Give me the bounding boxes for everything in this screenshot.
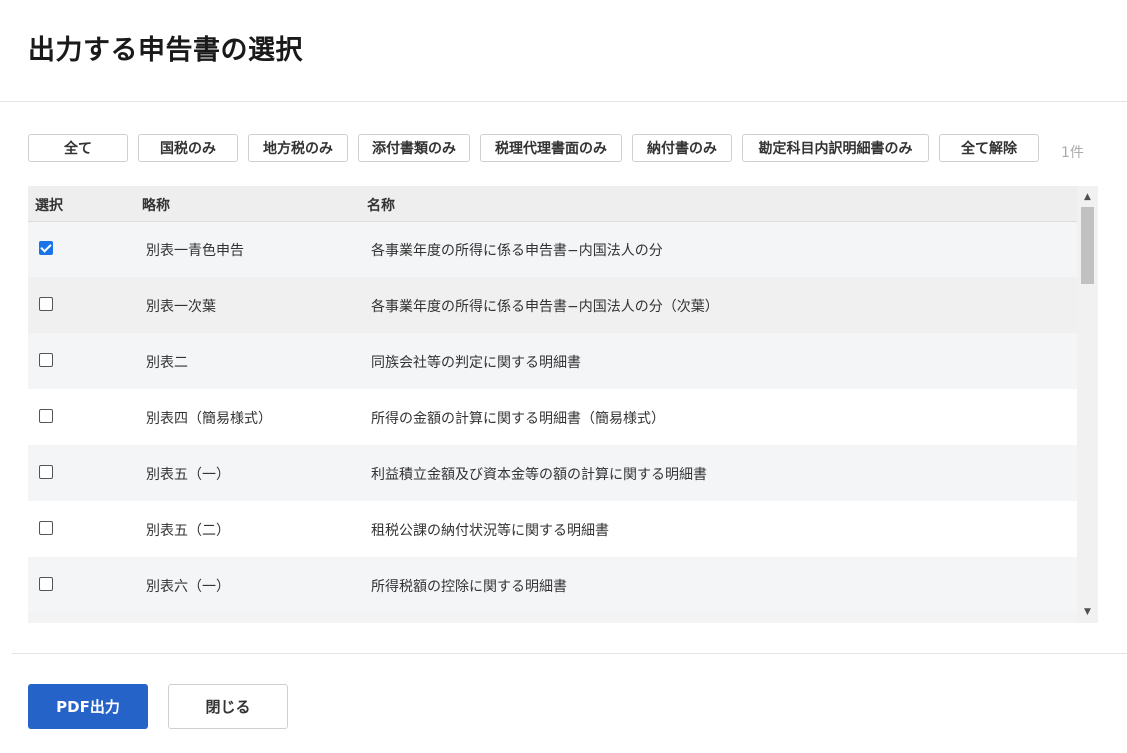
row-name: 同族会社等の判定に関する明細書: [371, 355, 581, 371]
table-row[interactable]: 別表四（簡易様式） 所得の金額の計算に関する明細書（簡易様式）: [28, 389, 1077, 445]
row-name: 各事業年度の所得に係る申告書−内国法人の分: [371, 243, 663, 259]
table-row[interactable]: 別表一青色申告 各事業年度の所得に係る申告書−内国法人の分: [28, 222, 1077, 277]
filter-local-tax-button[interactable]: 地方税のみ: [248, 134, 348, 162]
close-button[interactable]: 閉じる: [168, 684, 288, 729]
row-abbr: 別表一次葉: [146, 299, 216, 315]
row-name: 租税公課の納付状況等に関する明細書: [371, 523, 609, 539]
table-scrollbar[interactable]: ▲ ▼: [1077, 186, 1098, 623]
row-abbr: 別表六（一）: [146, 579, 230, 595]
table-row[interactable]: 別表六（一） 所得税額の控除に関する明細書: [28, 557, 1077, 613]
filter-account-detail-button[interactable]: 勘定科目内訳明細書のみ: [742, 134, 929, 162]
row-checkbox[interactable]: [39, 409, 53, 423]
row-checkbox[interactable]: [39, 241, 53, 255]
clear-all-button[interactable]: 全て解除: [939, 134, 1039, 162]
table-row[interactable]: 別表一次葉 各事業年度の所得に係る申告書−内国法人の分（次葉）: [28, 277, 1077, 333]
table-header: 選択 略称 名称: [28, 186, 1077, 222]
row-checkbox[interactable]: [39, 465, 53, 479]
header-abbr: 略称: [142, 198, 170, 214]
header-name: 名称: [367, 198, 395, 214]
header-select: 選択: [35, 198, 63, 214]
table-row[interactable]: 別表五（一） 利益積立金額及び資本金等の額の計算に関する明細書: [28, 445, 1077, 501]
row-name: 各事業年度の所得に係る申告書−内国法人の分（次葉）: [371, 299, 719, 315]
row-name: 所得の金額の計算に関する明細書（簡易様式）: [371, 411, 665, 427]
table-body: 別表一青色申告 各事業年度の所得に係る申告書−内国法人の分 別表一次葉 各事業年…: [28, 222, 1077, 613]
filter-attachments-button[interactable]: 添付書類のみ: [358, 134, 470, 162]
triangle-down-icon[interactable]: ▼: [1077, 603, 1098, 620]
triangle-up-icon[interactable]: ▲: [1077, 188, 1098, 205]
filter-all-button[interactable]: 全て: [28, 134, 128, 162]
divider: [12, 653, 1127, 654]
row-name: 所得税額の控除に関する明細書: [371, 579, 567, 595]
row-name: 利益積立金額及び資本金等の額の計算に関する明細書: [371, 467, 707, 483]
row-abbr: 別表四（簡易様式）: [146, 411, 272, 427]
filter-payment-slip-button[interactable]: 納付書のみ: [632, 134, 732, 162]
row-checkbox[interactable]: [39, 353, 53, 367]
row-abbr: 別表五（一）: [146, 467, 230, 483]
row-checkbox[interactable]: [39, 577, 53, 591]
row-checkbox[interactable]: [39, 521, 53, 535]
row-checkbox[interactable]: [39, 297, 53, 311]
pdf-output-button[interactable]: PDF出力: [28, 684, 148, 729]
form-table: 選択 略称 名称 別表一青色申告 各事業年度の所得に係る申告書−内国法人の分 別…: [28, 186, 1098, 623]
row-abbr: 別表五（二）: [146, 523, 230, 539]
row-abbr: 別表一青色申告: [146, 243, 244, 259]
selected-count: 1件: [1061, 145, 1084, 161]
page-title: 出力する申告書の選択: [28, 35, 303, 66]
table-row[interactable]: 別表二 同族会社等の判定に関する明細書: [28, 333, 1077, 389]
row-abbr: 別表二: [146, 355, 188, 371]
table-row[interactable]: 別表五（二） 租税公課の納付状況等に関する明細書: [28, 501, 1077, 557]
scrollbar-thumb[interactable]: [1081, 207, 1094, 284]
divider: [0, 101, 1127, 102]
filter-national-tax-button[interactable]: 国税のみ: [138, 134, 238, 162]
filter-tax-agent-doc-button[interactable]: 税理代理書面のみ: [480, 134, 622, 162]
